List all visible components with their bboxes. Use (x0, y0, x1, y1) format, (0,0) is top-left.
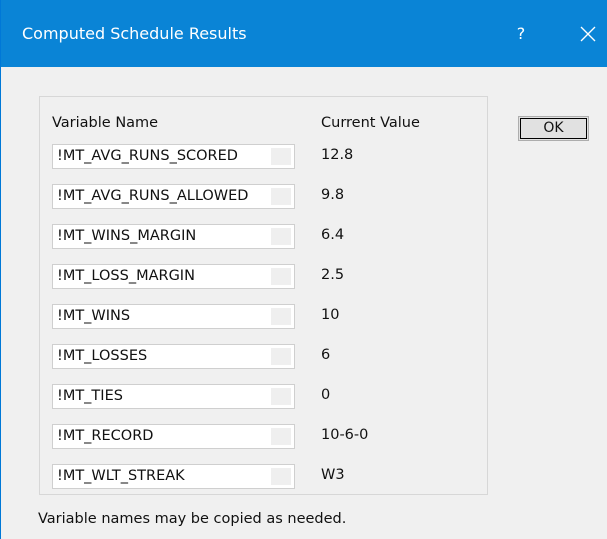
variable-value: 6 (321, 347, 331, 363)
variable-name-field[interactable]: !MT_TIES (52, 384, 295, 409)
variable-name-text[interactable]: !MT_LOSS_MARGIN (57, 268, 195, 284)
variable-name-text[interactable]: !MT_WINS_MARGIN (57, 228, 196, 244)
variable-name-field[interactable]: !MT_RECORD (52, 424, 295, 449)
variable-name-text[interactable]: !MT_AVG_RUNS_ALLOWED (57, 188, 248, 204)
variable-name-field[interactable]: !MT_LOSS_MARGIN (52, 264, 295, 289)
column-header-current-value: Current Value (321, 115, 420, 131)
footer-note: Variable names may be copied as needed. (38, 511, 347, 527)
variable-name-text[interactable]: !MT_WINS (57, 308, 130, 324)
variables-group: Variable Name Current Value !MT_AVG_RUNS… (39, 96, 488, 495)
column-header-variable-name: Variable Name (52, 115, 159, 131)
variable-name-text[interactable]: !MT_LOSSES (57, 348, 147, 364)
variable-value: 6.4 (321, 227, 345, 243)
variable-value: 0 (321, 387, 331, 403)
variable-name-field[interactable]: !MT_WLT_STREAK (52, 464, 295, 489)
ok-button[interactable]: OK (518, 116, 589, 141)
variable-name-field[interactable]: !MT_WINS (52, 304, 295, 329)
variable-value: 2.5 (321, 267, 345, 283)
variable-name-text[interactable]: !MT_AVG_RUNS_SCORED (57, 148, 238, 164)
variable-value: 10 (321, 307, 340, 323)
variable-name-field[interactable]: !MT_LOSSES (52, 344, 295, 369)
title-bar[interactable]: Computed Schedule Results ? (1, 0, 607, 67)
variable-name-field[interactable]: !MT_AVG_RUNS_ALLOWED (52, 184, 295, 209)
variable-name-text[interactable]: !MT_RECORD (57, 428, 153, 444)
close-button[interactable] (568, 14, 607, 54)
variable-value: W3 (321, 467, 345, 483)
close-icon (580, 26, 596, 42)
variable-name-field[interactable]: !MT_AVG_RUNS_SCORED (52, 144, 295, 169)
variable-value: 10-6-0 (321, 427, 369, 443)
dialog-window: Computed Schedule Results ? Variable Nam… (0, 0, 607, 539)
variable-value: 12.8 (321, 147, 354, 163)
help-button[interactable]: ? (501, 14, 541, 54)
window-title: Computed Schedule Results (22, 24, 247, 43)
variable-name-field[interactable]: !MT_WINS_MARGIN (52, 224, 295, 249)
help-icon: ? (516, 24, 526, 43)
variable-value: 9.8 (321, 187, 345, 203)
variable-name-text[interactable]: !MT_WLT_STREAK (57, 468, 185, 484)
variable-name-text[interactable]: !MT_TIES (57, 388, 123, 404)
